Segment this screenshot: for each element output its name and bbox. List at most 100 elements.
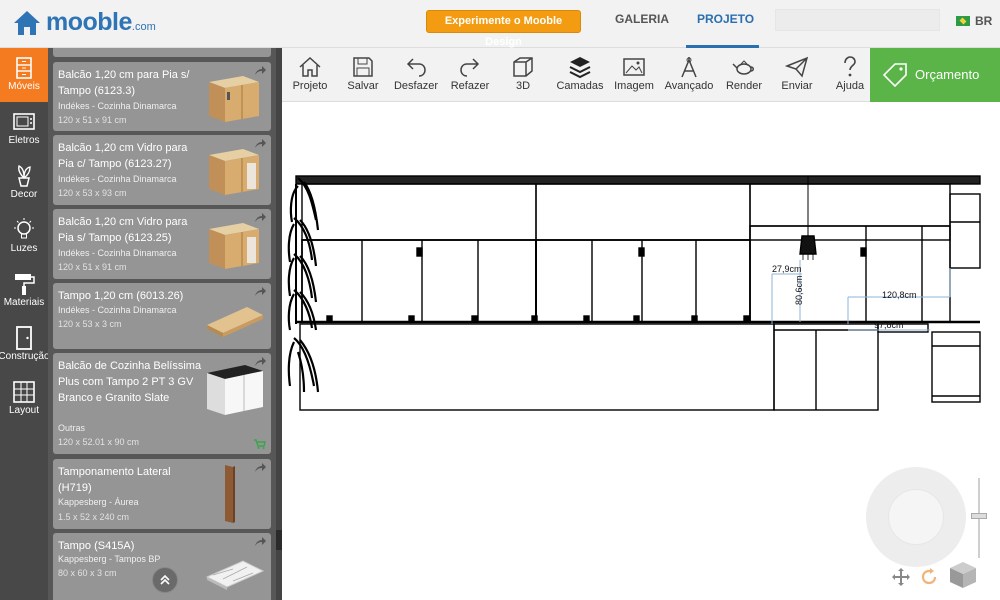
house-icon [299, 56, 321, 77]
sidebar-item-label: Construção [0, 351, 50, 362]
main-toolbar: Projeto Salvar Desfazer Refazer 3D Camad… [282, 48, 870, 102]
sidebar-item-label: Decor [10, 189, 38, 200]
dimension-label: 80,6cm [794, 275, 804, 305]
house-logo-icon [14, 10, 40, 35]
product-title: Tampo (S415A) [58, 540, 135, 552]
cart-icon[interactable] [254, 439, 266, 449]
sidebar-item-layout[interactable]: Layout [0, 372, 48, 426]
sidebar-item-moveis[interactable]: Móveis [0, 48, 48, 102]
camadas-button[interactable]: Camadas [554, 48, 606, 102]
teapot-icon [732, 60, 754, 75]
3d-view-cube-icon[interactable] [948, 560, 978, 590]
catalog-card[interactable]: Tampo 1,20 cm (6013.26) Indékes - Cozinh… [53, 283, 271, 349]
paper-plane-icon [785, 56, 809, 78]
projeto-button[interactable]: Projeto [284, 48, 336, 102]
catalog-card[interactable]: Balcão 1,20 cm para Pia s/ Tampo (6123.3… [53, 62, 271, 131]
catalog-card[interactable]: Balcão 1,20 cm Vidro para Pia s/ Tampo (… [53, 209, 271, 279]
wood-cabinet-thumbnail [209, 149, 259, 195]
product-brand: Indékes - Cozinha Dinamarca [58, 248, 177, 258]
orcamento-button[interactable]: Orçamento [870, 48, 1000, 102]
floppy-icon [353, 57, 373, 77]
plant-icon [18, 164, 31, 187]
sidebar-item-materiais[interactable]: Materiais [0, 264, 48, 318]
price-tag-icon [882, 63, 907, 88]
enviar-button[interactable]: Enviar [771, 48, 823, 102]
share-icon[interactable] [254, 357, 266, 367]
catalog-card[interactable]: Balcão 1,20 cm Vidro para Pia c/ Tampo (… [53, 135, 271, 205]
tool-label: 3D [515, 80, 531, 92]
dimension-label: 120,8cm [882, 290, 917, 300]
try-mooble-design-button[interactable]: Experimente o Mooble Design [426, 10, 581, 48]
marble-top-thumbnail [205, 560, 265, 590]
sidebar-item-label: Móveis [8, 81, 40, 92]
refazer-button[interactable]: Refazer [444, 48, 496, 102]
share-icon[interactable] [254, 537, 266, 547]
sidebar-item-luzes[interactable]: Luzes [0, 210, 48, 264]
view-navigation-joystick[interactable] [888, 489, 944, 545]
salvar-button[interactable]: Salvar [337, 48, 389, 102]
mooble-logo[interactable]: mooble .com [12, 8, 156, 37]
tab-projeto[interactable]: PROJETO [697, 12, 754, 26]
wood-cabinet-thumbnail [209, 76, 259, 122]
undo-icon [406, 58, 426, 77]
door-icon [16, 326, 32, 350]
double-chevron-up-icon [160, 574, 170, 585]
share-icon[interactable] [254, 139, 266, 149]
sidebar-item-label: Materiais [3, 297, 45, 308]
product-brand: Kappesberg - Tampos BP [58, 554, 161, 564]
imagem-button[interactable]: Imagem [608, 48, 660, 102]
product-dimensions: 120 x 52.01 x 90 cm [58, 437, 140, 447]
product-title: Balcão 1,20 cm para Pia s/ Tampo (6123.3… [58, 69, 190, 97]
avancado-button[interactable]: Avançado [663, 48, 715, 102]
product-dimensions: 120 x 53 x 93 cm [58, 188, 127, 198]
compass-icon [681, 57, 697, 78]
wood-cabinet-thumbnail [209, 223, 259, 269]
paint-roller-icon [15, 274, 35, 295]
scroll-to-top-button[interactable] [152, 567, 178, 593]
top-search-field[interactable] [775, 9, 940, 31]
product-title: Tamponamento Lateral (H719) [58, 466, 171, 494]
grid-icon [13, 381, 35, 403]
product-brand: Indékes - Cozinha Dinamarca [58, 174, 177, 184]
orcamento-label: Orçamento [915, 67, 980, 82]
product-brand: Outras [58, 423, 86, 433]
ajuda-button[interactable]: Ajuda [824, 48, 876, 102]
rotate-icon[interactable] [919, 567, 939, 587]
tab-galeria[interactable]: GALERIA [615, 12, 669, 26]
brazil-flag-icon[interactable] [956, 16, 970, 26]
category-sidebar: Móveis Eletros Decor Luzes Materiais Con… [0, 48, 50, 600]
dimension-label: 97,8cm [874, 320, 904, 330]
share-icon[interactable] [254, 287, 266, 297]
catalog-card-partial[interactable] [53, 48, 271, 57]
sidebar-item-construcao[interactable]: Construção [0, 318, 50, 372]
3d-button[interactable]: 3D [497, 48, 549, 102]
share-icon[interactable] [254, 463, 266, 473]
sidebar-item-decor[interactable]: Decor [0, 156, 48, 210]
pan-arrows-icon[interactable] [891, 567, 911, 587]
logo-text: mooble [46, 8, 132, 36]
share-icon[interactable] [254, 213, 266, 223]
catalog-card[interactable]: Tamponamento Lateral (H719) Kappesberg -… [53, 459, 271, 529]
product-title: Balcão de Cozinha Belíssima Plus com Tam… [58, 360, 202, 404]
product-title: Balcão 1,20 cm Vidro para Pia s/ Tampo (… [58, 216, 188, 244]
sidebar-item-label: Luzes [10, 243, 38, 254]
zoom-slider-handle[interactable] [971, 513, 987, 519]
product-dimensions: 120 x 51 x 91 cm [58, 262, 127, 272]
share-icon[interactable] [254, 66, 266, 76]
product-title: Balcão 1,20 cm Vidro para Pia c/ Tampo (… [58, 142, 188, 170]
render-button[interactable]: Render [718, 48, 770, 102]
product-dimensions: 120 x 53 x 3 cm [58, 319, 122, 329]
hanging-plant-icon [287, 177, 320, 393]
sidebar-item-eletros[interactable]: Eletros [0, 102, 48, 156]
desfazer-button[interactable]: Desfazer [390, 48, 442, 102]
dimension-label: 27,9cm [772, 264, 802, 274]
language-selector[interactable]: BR [975, 14, 992, 28]
product-title: Tampo 1,20 cm (6013.26) [58, 290, 184, 302]
microwave-icon [13, 113, 35, 130]
product-brand: Indékes - Cozinha Dinamarca [58, 305, 177, 315]
logo-suffix: .com [131, 20, 156, 33]
catalog-card[interactable]: Balcão de Cozinha Belíssima Plus com Tam… [53, 353, 271, 454]
layers-icon [569, 57, 591, 79]
product-brand: Kappesberg - Áurea [58, 497, 139, 507]
bulb-icon [14, 218, 34, 239]
